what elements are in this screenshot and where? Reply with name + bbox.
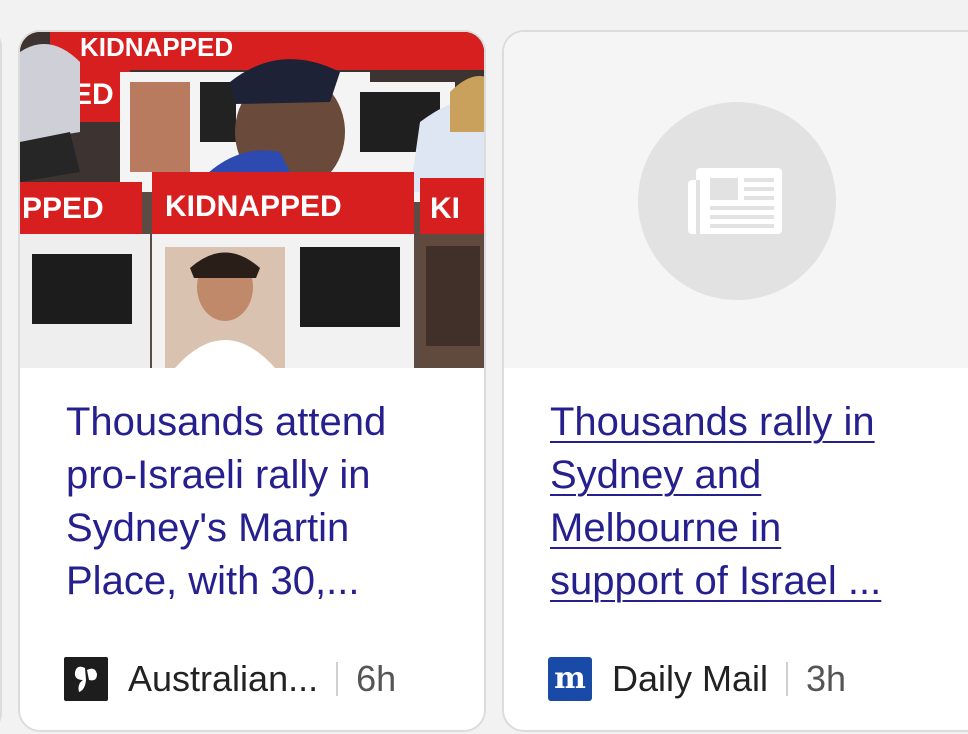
news-card-1-source-row: Australian... 6h (64, 654, 396, 704)
news-carousel: KIDNAPPED ED PPED KIDNAPPED KI Thousands… (0, 0, 968, 734)
news-card-1-source-name: Australian... (128, 658, 319, 699)
previous-card-edge[interactable] (0, 30, 2, 730)
source-separator (336, 662, 339, 696)
protest-photo: KIDNAPPED ED PPED KIDNAPPED KI (20, 32, 484, 368)
poster-banner-text-ki: KI (430, 192, 460, 225)
news-card-2-source-name: Daily Mail (612, 658, 769, 699)
news-card-2-age: 3h (806, 658, 847, 699)
butterfly-logo-icon (64, 657, 108, 701)
news-card-2-image-placeholder[interactable] (504, 32, 968, 368)
news-card-2-source-row: m Daily Mail 3h (548, 654, 846, 704)
poster-banner-text-kidnapped: KIDNAPPED (165, 190, 342, 223)
poster-banner-text-pped: PPED (22, 192, 104, 225)
source-separator (786, 662, 789, 696)
news-card-2[interactable]: Thousands rally in Sydney and Melbourne … (502, 30, 968, 732)
daily-mail-logo-icon: m (548, 657, 592, 701)
news-card-1-age: 6h (356, 658, 397, 699)
news-card-1-headline[interactable]: Thousands attend pro-Israeli rally in Sy… (66, 396, 436, 608)
poster-banner-text-top: KIDNAPPED (80, 32, 233, 62)
news-card-1-image[interactable]: KIDNAPPED ED PPED KIDNAPPED KI (20, 32, 484, 368)
news-card-2-headline[interactable]: Thousands rally in Sydney and Melbourne … (550, 396, 922, 608)
newspaper-placeholder (638, 102, 836, 300)
news-card-1[interactable]: KIDNAPPED ED PPED KIDNAPPED KI Thousands… (18, 30, 486, 732)
newspaper-icon (688, 168, 782, 234)
